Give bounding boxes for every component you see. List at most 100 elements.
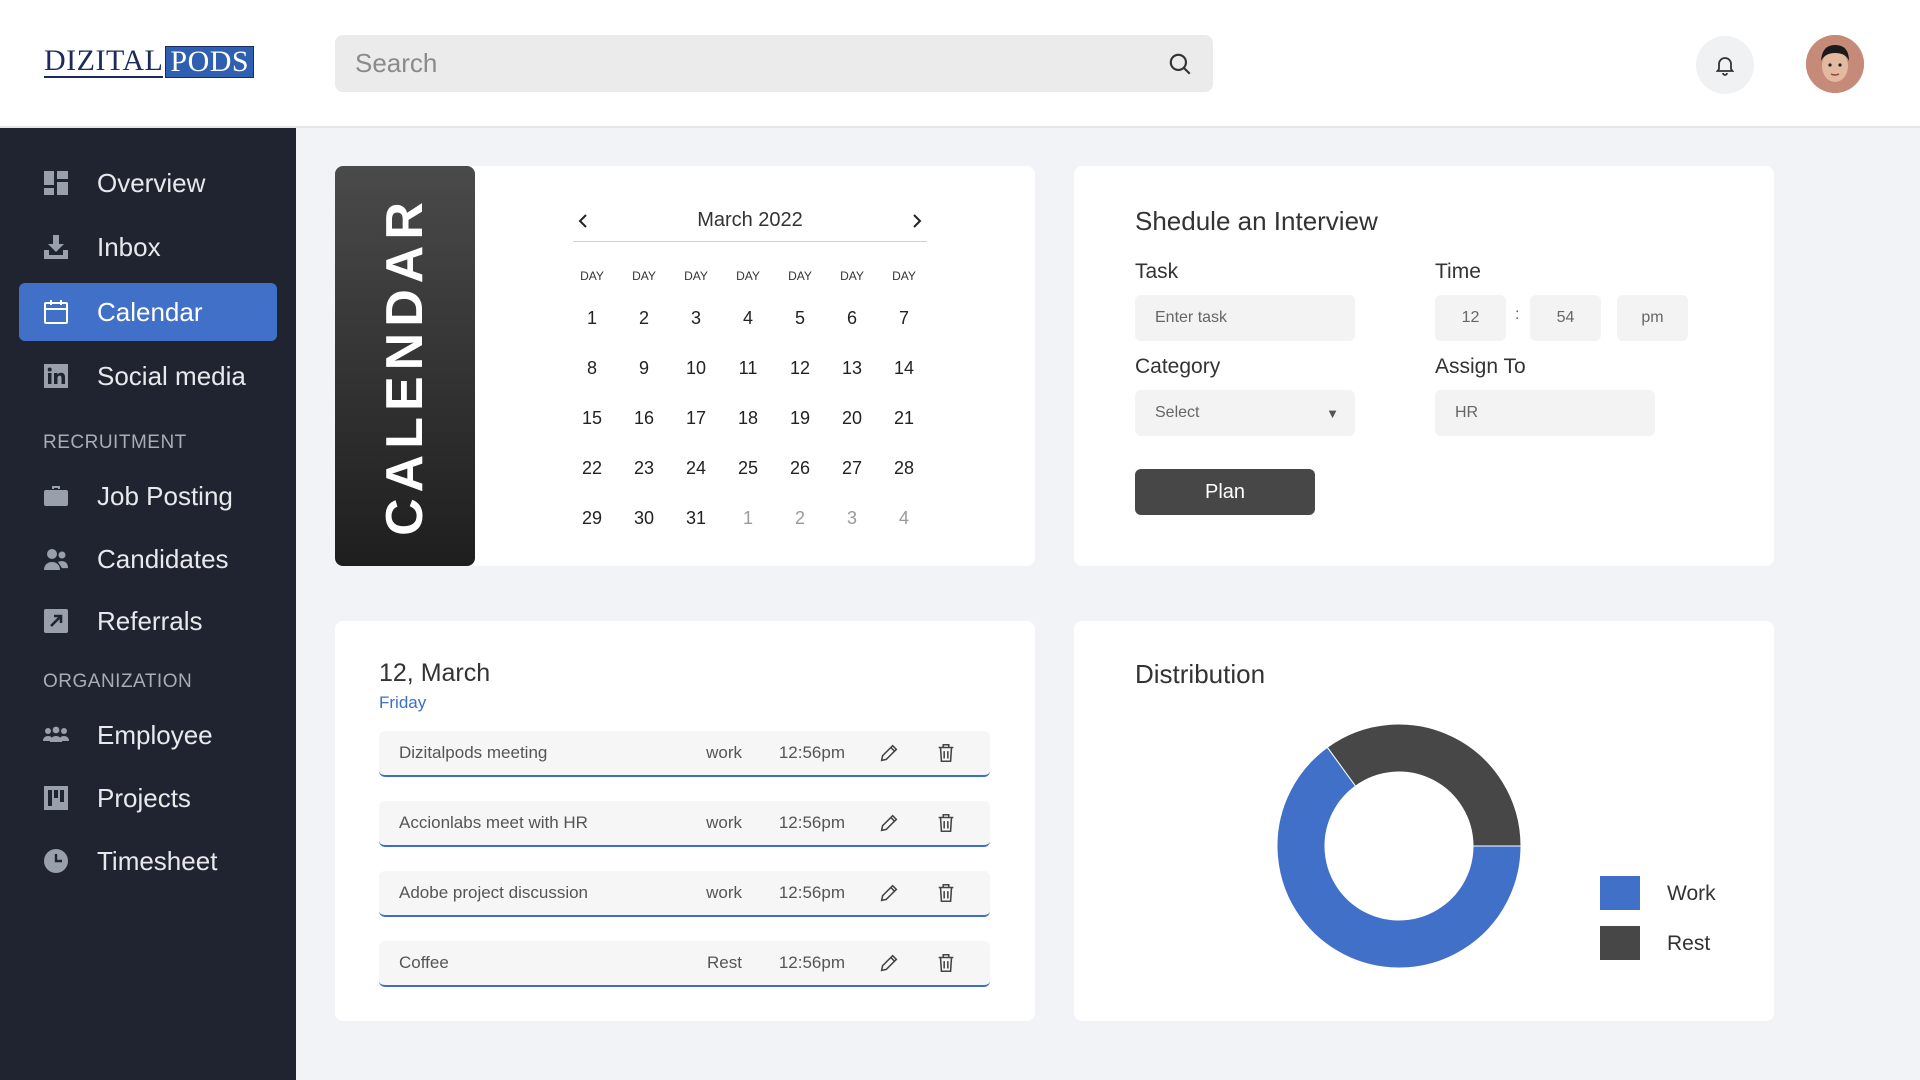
event-name: Accionlabs meet with HR — [399, 813, 588, 832]
event-row[interactable]: Adobe project discussion work 12:56pm — [379, 871, 990, 917]
category-select[interactable]: Select ▼ — [1135, 390, 1355, 436]
calendar-day[interactable]: 3 — [670, 308, 722, 329]
inbox-icon — [44, 235, 68, 259]
notification-button[interactable] — [1696, 36, 1754, 94]
weekday-header: DAY — [580, 269, 604, 283]
time-period-select[interactable]: pm — [1617, 295, 1688, 341]
event-time: 12:56pm — [778, 883, 845, 902]
time-minute-input[interactable]: 54 — [1530, 295, 1601, 341]
sidebar-item-overview[interactable]: Overview — [19, 154, 277, 212]
event-row[interactable]: Accionlabs meet with HR work 12:56pm — [379, 801, 990, 847]
event-category: work — [706, 813, 742, 832]
calendar-day[interactable]: 19 — [774, 408, 826, 429]
sidebar-item-social-media[interactable]: Social media — [19, 347, 277, 405]
calendar-day[interactable]: 4 — [878, 508, 930, 529]
time-hour-input[interactable]: 12 — [1435, 295, 1506, 341]
calendar-day[interactable]: 17 — [670, 408, 722, 429]
trash-icon[interactable] — [935, 952, 957, 974]
chevron-right-icon[interactable] — [907, 211, 927, 231]
calendar-day[interactable]: 15 — [566, 408, 618, 429]
calendar-day[interactable]: 8 — [566, 358, 618, 379]
sidebar-item-inbox[interactable]: Inbox — [19, 218, 277, 276]
calendar-day[interactable]: 4 — [722, 308, 774, 329]
event-time: 12:56pm — [778, 953, 845, 972]
calendar-day[interactable]: 29 — [566, 508, 618, 529]
sidebar-item-label: Candidates — [97, 543, 229, 574]
calendar-day[interactable]: 27 — [826, 458, 878, 479]
trash-icon[interactable] — [935, 812, 957, 834]
sidebar-item-calendar[interactable]: Calendar — [19, 283, 277, 341]
search-icon[interactable] — [1167, 51, 1193, 77]
edit-icon[interactable] — [878, 882, 900, 904]
calendar-day[interactable]: 13 — [826, 358, 878, 379]
edit-icon[interactable] — [878, 812, 900, 834]
logo[interactable]: DIZITAL PODS — [44, 46, 255, 78]
calendar-day[interactable]: 23 — [618, 458, 670, 479]
edit-icon[interactable] — [878, 952, 900, 974]
task-input[interactable]: Enter task — [1135, 295, 1355, 341]
calendar-day[interactable]: 14 — [878, 358, 930, 379]
calendar-day[interactable]: 20 — [826, 408, 878, 429]
event-row[interactable]: Coffee Rest 12:56pm — [379, 941, 990, 987]
event-time: 12:56pm — [778, 743, 845, 762]
calendar-day[interactable]: 30 — [618, 508, 670, 529]
calendar-day[interactable]: 18 — [722, 408, 774, 429]
calendar-day[interactable]: 26 — [774, 458, 826, 479]
weekday-header: DAY — [840, 269, 864, 283]
calendar-day[interactable]: 25 — [722, 458, 774, 479]
calendar-day[interactable]: 2 — [618, 308, 670, 329]
sidebar-item-job-posting[interactable]: Job Posting — [19, 467, 277, 525]
day-events-card: 12, March Friday Dizitalpods meeting work… — [335, 621, 1035, 1021]
search-bar[interactable]: Search — [335, 35, 1213, 92]
calendar-day[interactable]: 2 — [774, 508, 826, 529]
weekday-header: DAY — [684, 269, 708, 283]
user-avatar-icon — [1806, 35, 1864, 93]
bell-icon — [1715, 57, 1735, 76]
assign-to-input[interactable]: HR — [1435, 390, 1655, 436]
calendar-day[interactable]: 11 — [722, 358, 774, 379]
sidebar-item-label: Employee — [97, 719, 213, 750]
trash-icon[interactable] — [935, 742, 957, 764]
calendar-day[interactable]: 24 — [670, 458, 722, 479]
calendar-day[interactable]: 7 — [878, 308, 930, 329]
event-time: 12:56pm — [778, 813, 845, 832]
sidebar-item-employee[interactable]: Employee — [19, 706, 277, 764]
calendar-day[interactable]: 5 — [774, 308, 826, 329]
weekday-header: DAY — [632, 269, 656, 283]
sidebar-item-label: Overview — [97, 167, 206, 198]
sidebar-item-label: Timesheet — [97, 845, 218, 876]
section-title-organization: ORGANIZATION — [43, 671, 193, 692]
edit-icon[interactable] — [878, 742, 900, 764]
chevron-left-icon[interactable] — [573, 211, 593, 231]
trash-icon[interactable] — [935, 882, 957, 904]
calendar-day[interactable]: 3 — [826, 508, 878, 529]
calendar-day[interactable]: 1 — [722, 508, 774, 529]
selected-date: 12, March — [379, 659, 491, 687]
calendar-day[interactable]: 22 — [566, 458, 618, 479]
task-label: Task — [1135, 260, 1179, 283]
sidebar-item-timesheet[interactable]: Timesheet — [19, 832, 277, 890]
event-name: Coffee — [399, 953, 449, 972]
calendar-day[interactable]: 9 — [618, 358, 670, 379]
calendar-day[interactable]: 10 — [670, 358, 722, 379]
plan-button[interactable]: Plan — [1135, 469, 1315, 515]
calendar-day[interactable]: 16 — [618, 408, 670, 429]
sidebar-item-candidates[interactable]: Candidates — [19, 530, 277, 588]
schedule-interview-card: Shedule an Interview Task Enter task Tim… — [1074, 166, 1774, 566]
event-row[interactable]: Dizitalpods meeting work 12:56pm — [379, 731, 990, 777]
search-input[interactable]: Search — [355, 48, 1167, 79]
calendar-day[interactable]: 1 — [566, 308, 618, 329]
assign-to-label: Assign To — [1435, 355, 1526, 378]
calendar-day[interactable]: 31 — [670, 508, 722, 529]
briefcase-icon — [44, 486, 68, 506]
top-bar: DIZITAL PODS Search — [0, 0, 1920, 128]
calendar-day[interactable]: 21 — [878, 408, 930, 429]
sidebar-item-projects[interactable]: Projects — [19, 769, 277, 827]
calendar-day[interactable]: 6 — [826, 308, 878, 329]
avatar[interactable] — [1806, 35, 1864, 93]
external-link-icon — [44, 609, 68, 633]
sidebar-item-referrals[interactable]: Referrals — [19, 592, 277, 650]
calendar-day[interactable]: 12 — [774, 358, 826, 379]
calendar-day[interactable]: 28 — [878, 458, 930, 479]
legend-swatch-work — [1600, 876, 1640, 910]
